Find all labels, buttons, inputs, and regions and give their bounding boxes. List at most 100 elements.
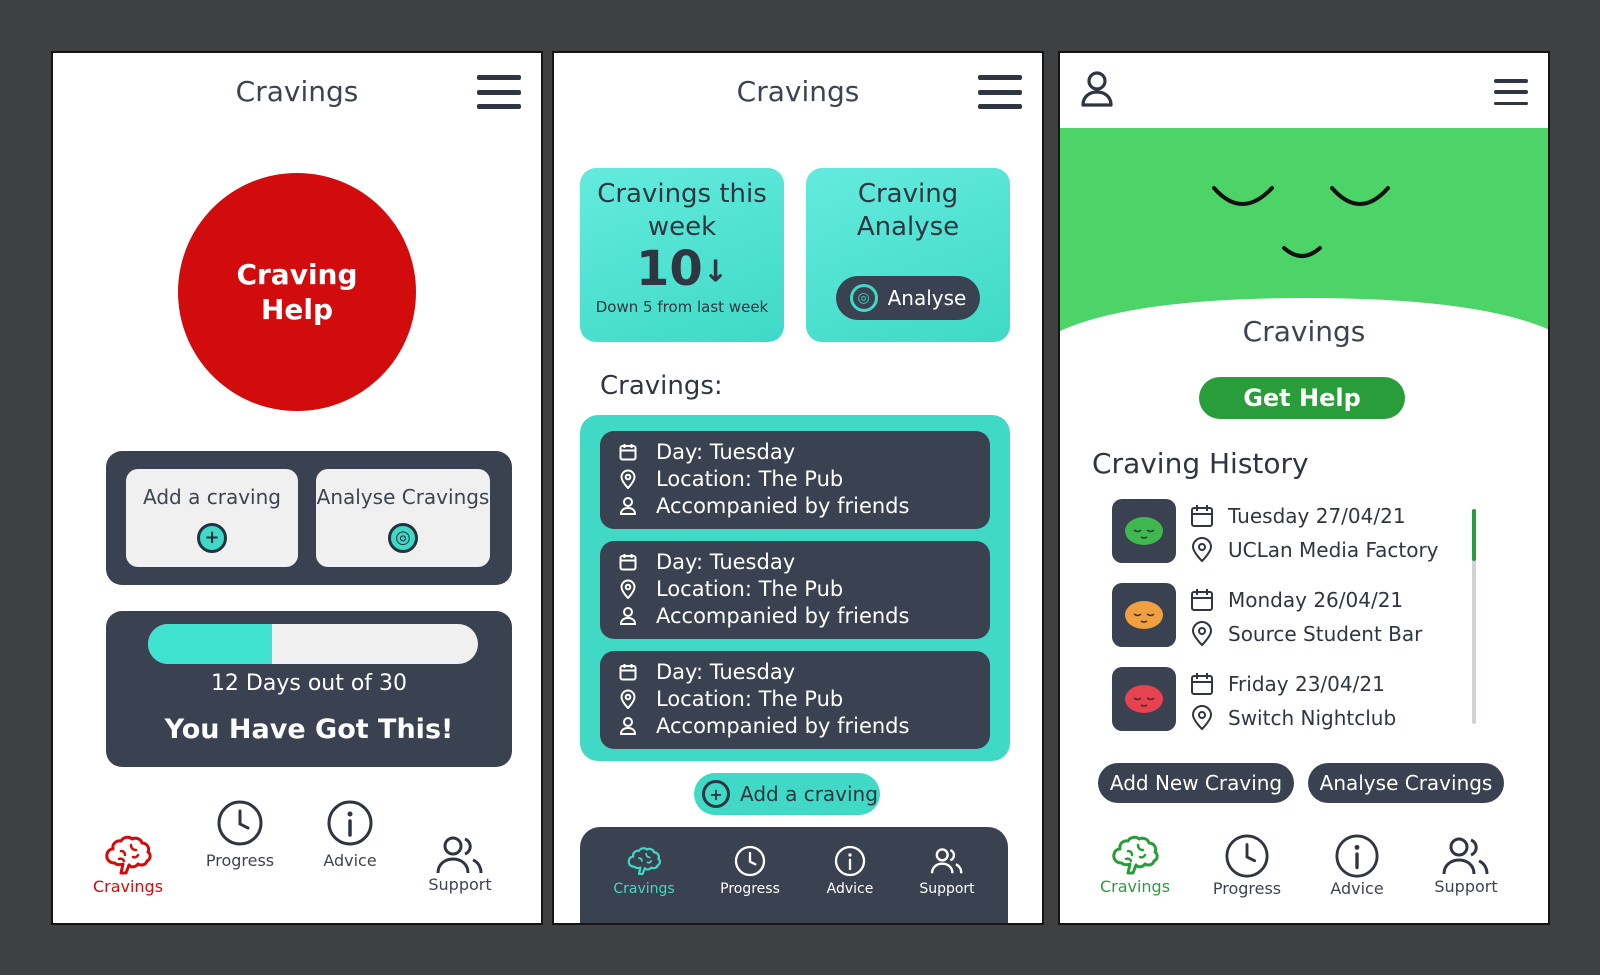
actions-card: Add a craving + Analyse Cravings ◎ bbox=[106, 451, 512, 585]
cravings-list-heading: Cravings: bbox=[600, 371, 723, 401]
nav-cravings[interactable]: Cravings bbox=[1085, 833, 1185, 896]
info-icon bbox=[1335, 834, 1379, 878]
craving-analyse-card: Craving Analyse ◎ Analyse bbox=[806, 168, 1010, 342]
location-icon bbox=[1191, 705, 1213, 731]
nav-support-label: Support bbox=[919, 881, 975, 897]
mood-face-shape bbox=[1125, 517, 1163, 545]
craving-history-heading: Craving History bbox=[1092, 447, 1309, 480]
people-icon bbox=[1442, 837, 1489, 875]
clock-icon bbox=[217, 800, 263, 846]
calendar-icon bbox=[1191, 673, 1213, 695]
nav-support[interactable]: Support bbox=[907, 845, 987, 897]
history-date: Friday 23/04/21 bbox=[1228, 672, 1385, 696]
nav-cravings-label: Cravings bbox=[92, 877, 164, 896]
history-item[interactable]: Friday 23/04/21 Switch Nightclub bbox=[1112, 667, 1472, 737]
page-title: Cravings bbox=[1242, 315, 1366, 348]
person-icon bbox=[618, 717, 638, 736]
analyse-cravings-tile[interactable]: Analyse Cravings ◎ bbox=[316, 469, 490, 567]
person-icon bbox=[618, 607, 638, 626]
history-date: Monday 26/04/21 bbox=[1228, 588, 1404, 612]
nav-advice[interactable]: Advice bbox=[810, 845, 890, 897]
item-location: Location: The Pub bbox=[656, 686, 844, 711]
progress-text: 12 Days out of 30 bbox=[210, 671, 408, 696]
history-item[interactable]: Tuesday 27/04/21 UCLan Media Factory bbox=[1112, 499, 1472, 569]
person-icon bbox=[618, 497, 638, 516]
nav-cravings[interactable]: Cravings bbox=[604, 845, 684, 897]
item-company: Accompanied by friends bbox=[656, 713, 910, 738]
cravings-this-week-card: Cravings this week 10↓ Down 5 from last … bbox=[580, 168, 784, 342]
clock-icon bbox=[734, 845, 766, 877]
mood-face-icon bbox=[1112, 499, 1176, 563]
mood-face-shape bbox=[1125, 685, 1163, 713]
motivation-text: You Have Got This! bbox=[164, 714, 454, 745]
people-icon bbox=[930, 848, 963, 874]
hamburger-menu-icon[interactable] bbox=[477, 75, 521, 109]
progress-card: 12 Days out of 30 You Have Got This! bbox=[106, 611, 512, 767]
progress-bar bbox=[148, 624, 478, 664]
history-item[interactable]: Monday 26/04/21 Source Student Bar bbox=[1112, 583, 1472, 653]
analyse-icon: ◎ bbox=[849, 284, 878, 312]
analyse-button[interactable]: ◎ Analyse bbox=[836, 276, 980, 320]
nav-support[interactable]: Support bbox=[1416, 835, 1516, 896]
calendar-icon bbox=[1191, 505, 1213, 527]
nav-cravings[interactable]: Cravings bbox=[78, 833, 178, 896]
nav-progress[interactable]: Progress bbox=[1197, 833, 1297, 898]
mood-face-icon bbox=[1112, 583, 1176, 647]
hamburger-menu-icon[interactable] bbox=[1494, 79, 1528, 105]
history-place: UCLan Media Factory bbox=[1228, 538, 1439, 562]
nav-advice[interactable]: Advice bbox=[300, 799, 400, 870]
scrollbar-thumb[interactable] bbox=[1472, 509, 1476, 561]
calendar-icon bbox=[618, 663, 638, 681]
nav-cravings-label: Cravings bbox=[1099, 877, 1171, 896]
calm-face-icon bbox=[1212, 186, 1390, 258]
history-date: Tuesday 27/04/21 bbox=[1228, 504, 1406, 528]
user-icon[interactable] bbox=[1080, 71, 1114, 107]
week-count-row: 10↓ bbox=[580, 243, 784, 296]
location-icon bbox=[618, 579, 638, 600]
info-icon bbox=[834, 845, 866, 877]
bottom-nav: Cravings Progress Advice Support bbox=[580, 827, 1008, 923]
list-item[interactable]: Day: Tuesday Location: The Pub Accompani… bbox=[600, 431, 990, 529]
cravings-list: Day: Tuesday Location: The Pub Accompani… bbox=[580, 415, 1010, 761]
analyse-button-label: Analyse bbox=[887, 286, 967, 310]
add-craving-button[interactable]: + Add a craving bbox=[694, 773, 880, 815]
item-day: Day: Tuesday bbox=[656, 660, 796, 684]
location-icon bbox=[1191, 621, 1213, 647]
get-help-button[interactable]: Get Help bbox=[1199, 377, 1405, 419]
clock-icon bbox=[1225, 834, 1269, 878]
location-icon bbox=[618, 469, 638, 490]
week-count: 10 bbox=[636, 241, 703, 297]
nav-advice-label: Advice bbox=[1330, 879, 1384, 898]
location-icon bbox=[1191, 537, 1213, 563]
nav-advice[interactable]: Advice bbox=[1307, 833, 1407, 898]
hamburger-menu-icon[interactable] bbox=[978, 75, 1022, 109]
week-card-title: Cravings this week bbox=[597, 179, 767, 242]
mood-face-icon bbox=[1112, 667, 1176, 731]
brain-icon bbox=[627, 847, 662, 876]
item-location: Location: The Pub bbox=[656, 466, 844, 491]
analyse-cravings-button[interactable]: Analyse Cravings bbox=[1308, 763, 1504, 803]
history-place: Switch Nightclub bbox=[1228, 706, 1397, 730]
phone-screen-history: Cravings Get Help Craving History Tuesda… bbox=[1058, 51, 1550, 925]
analyse-card-title: Craving Analyse bbox=[856, 179, 960, 242]
craving-help-button[interactable]: Craving Help bbox=[178, 173, 416, 411]
item-company: Accompanied by friends bbox=[656, 603, 910, 628]
nav-support[interactable]: Support bbox=[410, 835, 510, 894]
nav-progress-label: Progress bbox=[720, 881, 780, 897]
calendar-icon bbox=[1191, 589, 1213, 611]
list-item[interactable]: Day: Tuesday Location: The Pub Accompani… bbox=[600, 541, 990, 639]
add-craving-label: Add a craving bbox=[740, 782, 878, 806]
nav-advice-label: Advice bbox=[826, 881, 874, 897]
week-subtitle: Down 5 from last week bbox=[595, 297, 769, 316]
nav-progress-label: Progress bbox=[205, 851, 275, 870]
add-craving-tile[interactable]: Add a craving + bbox=[126, 469, 298, 567]
add-new-craving-button[interactable]: Add New Craving bbox=[1098, 763, 1294, 803]
progress-bar-fill bbox=[148, 624, 272, 664]
calendar-icon bbox=[618, 553, 638, 571]
nav-progress[interactable]: Progress bbox=[710, 845, 790, 897]
nav-progress[interactable]: Progress bbox=[190, 799, 290, 870]
item-company: Accompanied by friends bbox=[656, 493, 910, 518]
phone-screen-home: Cravings Craving Help Add a craving + An… bbox=[51, 51, 543, 925]
history-scrollbar[interactable] bbox=[1472, 509, 1476, 724]
list-item[interactable]: Day: Tuesday Location: The Pub Accompani… bbox=[600, 651, 990, 749]
